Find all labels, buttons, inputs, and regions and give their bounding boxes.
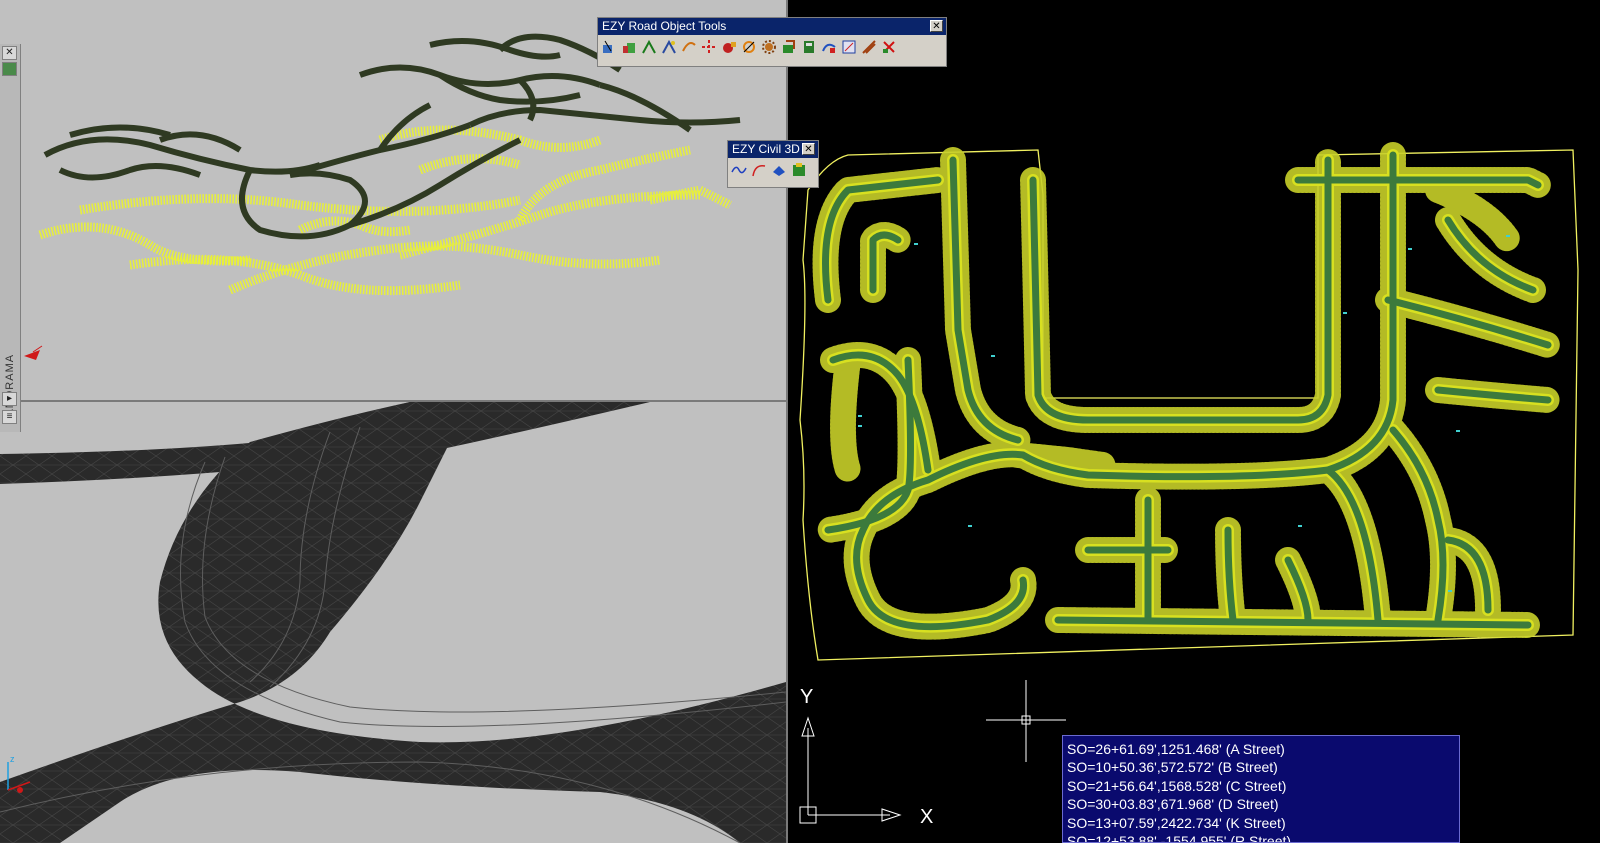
- svg-text:z: z: [10, 754, 15, 764]
- curve-icon[interactable]: [681, 39, 697, 55]
- grade-icon[interactable]: [641, 39, 657, 55]
- crosshair-cursor: [986, 680, 1066, 762]
- feature-line-icon[interactable]: [731, 162, 747, 178]
- readout-line: SO=21+56.64',1568.528' (C Street): [1067, 777, 1287, 794]
- plan-viewport[interactable]: [788, 0, 1600, 843]
- grade-icon[interactable]: [751, 162, 767, 178]
- iso-yellow-road: [515, 145, 691, 223]
- alignment-icon[interactable]: [601, 39, 617, 55]
- export-icon[interactable]: [791, 162, 807, 178]
- ucs-y-label: Y: [800, 686, 814, 708]
- delete-icon[interactable]: [881, 39, 897, 55]
- label-icon[interactable]: [721, 39, 737, 55]
- report-icon[interactable]: [841, 39, 857, 55]
- iso-yellow-road: [38, 222, 251, 266]
- road-tools-title: EZY Road Object Tools: [602, 19, 727, 33]
- road-tools-titlebar[interactable]: EZY Road Object Tools ✕: [598, 18, 946, 35]
- readout-line: SO=26+61.69',1251.468' (A Street): [1067, 741, 1285, 757]
- civil3d-buttons: [728, 158, 818, 182]
- ucs-plan-icon: [799, 716, 902, 824]
- tool-icon[interactable]: [861, 39, 877, 55]
- panorama-strip[interactable]: ✕ PANORAMA ▸ ≡: [0, 44, 21, 432]
- properties-icon[interactable]: ≡: [2, 410, 17, 424]
- surface-viewport[interactable]: z: [0, 402, 786, 843]
- station-offset-readout: SO=26+61.69',1251.468' (A Street) SO=10+…: [1062, 735, 1460, 843]
- close-icon[interactable]: ✕: [802, 143, 815, 155]
- readout-line: SO=30+03.83',671.968' (D Street): [1067, 796, 1279, 813]
- iso-dark-road: [58, 163, 202, 181]
- iso-dark-road: [468, 106, 741, 128]
- ucs-icon: [24, 345, 43, 360]
- civil3d-toolbar[interactable]: EZY Civil 3D ✕: [727, 140, 819, 188]
- surface-icon[interactable]: [771, 162, 787, 178]
- iso-yellow-road: [228, 241, 661, 295]
- expand-icon[interactable]: ▸: [2, 392, 17, 406]
- station-icon[interactable]: [741, 39, 757, 55]
- panorama-image-icon[interactable]: [2, 62, 17, 76]
- profile-icon[interactable]: [621, 39, 637, 55]
- corridor-icon[interactable]: [661, 39, 677, 55]
- civil3d-titlebar[interactable]: EZY Civil 3D ✕: [728, 141, 818, 158]
- intersection-icon[interactable]: [701, 39, 717, 55]
- ucs-x-label: X: [920, 806, 934, 828]
- corridor-surface-drawing: z: [0, 402, 786, 843]
- iso-yellow-road: [398, 190, 701, 260]
- section-icon[interactable]: [801, 39, 817, 55]
- civil3d-title: EZY Civil 3D: [732, 142, 800, 156]
- iso-dark-road: [429, 38, 561, 60]
- view-icon[interactable]: [821, 39, 837, 55]
- iso-dark-road: [69, 124, 171, 138]
- layer-icon[interactable]: [781, 39, 797, 55]
- close-icon[interactable]: ✕: [930, 20, 943, 32]
- road-tools-toolbar[interactable]: EZY Road Object Tools ✕: [597, 17, 947, 67]
- readout-line: SO=12+53.88',-1554.955' (R Street): [1067, 833, 1292, 843]
- road-tools-buttons: [598, 35, 946, 59]
- settings-icon[interactable]: [761, 39, 777, 55]
- iso-yellow-road: [79, 194, 521, 216]
- close-icon[interactable]: ✕: [2, 46, 17, 60]
- iso-dark-road: [358, 64, 602, 88]
- readout-line: SO=10+50.36',572.572' (B Street): [1067, 759, 1278, 776]
- readout-line: SO=13+07.59',2422.734' (K Street): [1067, 814, 1286, 831]
- iso-dark-road: [158, 131, 242, 153]
- plan-road-drawing: [799, 142, 1579, 824]
- plan-roads: [812, 142, 1561, 640]
